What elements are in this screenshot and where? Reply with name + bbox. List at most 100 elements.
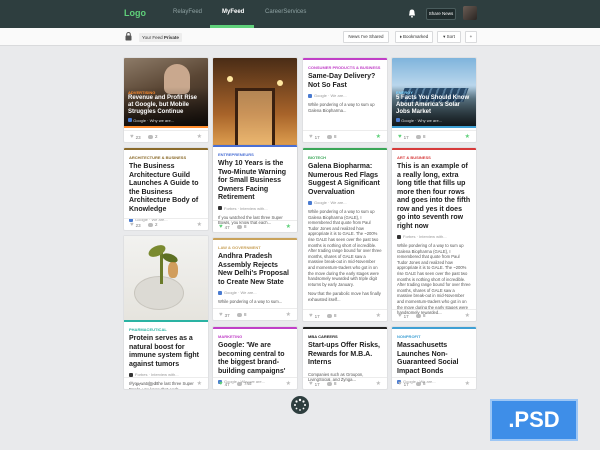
heart-icon[interactable]: ♥ <box>309 134 313 140</box>
star-icon[interactable]: ★ <box>197 133 202 140</box>
tab-myfeed[interactable]: MyFeed <box>222 9 244 15</box>
share-news-button[interactable]: Share News <box>426 8 456 20</box>
card-title[interactable]: Why 10 Years is the Two-Minute Warning f… <box>213 157 297 203</box>
card-title[interactable]: Start-ups Offer Risks, Rewards for M.B.A… <box>303 339 387 368</box>
card-image: Advertising Revenue and Profit Rise at G… <box>124 58 208 126</box>
heart-icon[interactable]: ♥ <box>219 381 223 387</box>
card-category: Consumer Products & Business <box>308 65 381 70</box>
star-icon[interactable]: ★ <box>376 312 381 319</box>
comment-icon[interactable] <box>148 134 153 139</box>
card-image: Energy 5 Facts You Should Know About Ame… <box>392 58 476 126</box>
star-icon[interactable]: ★ <box>286 380 291 387</box>
star-icon[interactable]: ★ <box>465 380 470 387</box>
comment-count: 2 <box>155 222 158 227</box>
news-card[interactable]: Entrepreneurs Why 10 Years is the Two-Mi… <box>213 145 297 232</box>
news-card[interactable]: Architecture & Business The Business Arc… <box>124 148 208 230</box>
source-icon <box>218 206 222 210</box>
comment-icon[interactable] <box>237 224 242 229</box>
card-footer: ♥ 17 8 ★ <box>303 130 387 142</box>
comment-icon[interactable] <box>416 313 421 318</box>
card-title[interactable]: Massachusetts Launches Non-Guaranteed So… <box>392 339 476 376</box>
heart-icon[interactable]: ♥ <box>398 134 402 140</box>
comment-icon[interactable] <box>416 134 421 139</box>
star-icon[interactable]: ★ <box>197 380 202 387</box>
source-icon <box>129 372 133 377</box>
card-title[interactable]: Same-Day Delivery? Not So Fast <box>303 70 387 90</box>
like-count: 47 <box>224 381 230 387</box>
comment-icon[interactable] <box>416 381 421 386</box>
news-card[interactable]: Art & Business This is an example of a r… <box>392 148 476 321</box>
card-title[interactable]: 5 Facts You Should Know About America's … <box>396 95 472 116</box>
avatar[interactable] <box>463 6 477 20</box>
source-icon <box>218 290 222 295</box>
star-icon[interactable]: ★ <box>465 312 470 319</box>
card-category: Art & Business <box>397 155 431 160</box>
heart-icon[interactable]: ♥ <box>309 313 313 319</box>
card-excerpt: While pondering of a way to sum up Galen… <box>397 243 471 316</box>
comment-count: 8 <box>244 312 247 317</box>
star-icon[interactable]: ★ <box>286 223 291 230</box>
logo[interactable]: Logo <box>124 8 146 18</box>
tab-relayfeed[interactable]: RelayFeed <box>173 9 202 15</box>
star-icon[interactable]: ★ <box>376 380 381 387</box>
news-card[interactable]: MBA Careers Start-ups Offer Risks, Rewar… <box>303 327 387 389</box>
sort-label: Sort <box>446 34 455 39</box>
card-source: Google · We are... <box>303 90 387 98</box>
heart-icon[interactable]: ♥ <box>398 381 402 387</box>
star-icon[interactable]: ★ <box>197 221 202 228</box>
heart-icon[interactable]: ♥ <box>398 313 402 319</box>
card-title[interactable]: This is an example of a really long, ext… <box>392 160 476 231</box>
comment-icon[interactable] <box>148 381 153 386</box>
heart-icon[interactable]: ♥ <box>130 134 134 140</box>
card-title[interactable]: Google: 'We are becoming central to the … <box>213 339 297 376</box>
heart-icon[interactable]: ♥ <box>309 381 313 387</box>
card-footer: ♥ 17 8 ★ <box>124 377 208 389</box>
comment-count: 8 <box>334 134 337 139</box>
card-excerpt: While pondering of a way to sum up Galen… <box>308 209 382 287</box>
card-overlay: Energy 5 Facts You Should Know About Ame… <box>392 87 476 126</box>
card-title[interactable]: The Business Architecture Guild Launches… <box>124 160 208 214</box>
sort-button[interactable]: ▾ Sort <box>437 31 461 43</box>
tab-careerservices[interactable]: CareerServices <box>265 9 306 15</box>
card-footer: ♥ 23 2 ★ <box>124 218 208 230</box>
card-title[interactable]: Revenue and Profit Rise at Google, but M… <box>128 95 204 116</box>
category-color-bar <box>392 126 476 128</box>
comment-icon[interactable] <box>148 222 153 227</box>
comment-icon[interactable] <box>327 313 332 318</box>
card-footer: ♥ 17 8 ★ <box>392 377 476 389</box>
lock-icon <box>125 32 132 41</box>
comment-icon[interactable] <box>237 381 242 386</box>
news-card[interactable]: Biotech Galena Biopharma: Numerous Red F… <box>303 148 387 321</box>
star-icon[interactable]: ★ <box>376 133 381 140</box>
heart-icon[interactable]: ♥ <box>130 381 134 387</box>
star-icon[interactable]: ★ <box>286 311 291 318</box>
add-button[interactable]: + <box>465 31 477 43</box>
heart-icon[interactable]: ♥ <box>130 222 134 228</box>
category-color-bar <box>124 126 208 128</box>
comment-icon[interactable] <box>327 134 332 139</box>
news-card[interactable]: Pharmaceutical Protein serves as a natur… <box>124 236 208 389</box>
heart-icon[interactable]: ♥ <box>219 224 223 230</box>
comment-icon[interactable] <box>237 312 242 317</box>
card-source: Forbes · Interview with... <box>213 203 297 211</box>
card-title[interactable]: Galena Biopharma: Numerous Red Flags Sug… <box>303 160 387 197</box>
bookmarked-button[interactable]: ⬧ Bookmarked <box>395 31 433 43</box>
bell-icon[interactable] <box>408 9 416 18</box>
like-count: 37 <box>224 312 230 318</box>
card-title[interactable]: Andhra Pradesh Assembly Rejects New Delh… <box>213 250 297 287</box>
news-card[interactable]: Nonprofit Massachusetts Launches Non-Gua… <box>392 327 476 389</box>
news-card[interactable]: Energy 5 Facts You Should Know About Ame… <box>392 58 476 142</box>
news-card[interactable]: Law & Government Andhra Pradesh Assembly… <box>213 238 297 320</box>
card-title[interactable]: Protein serves as a natural boost for im… <box>124 332 208 369</box>
news-card[interactable]: Advertising Revenue and Profit Rise at G… <box>124 58 208 142</box>
news-card[interactable]: Consumer Products & Business Same-Day De… <box>303 58 387 142</box>
star-icon[interactable]: ★ <box>465 133 470 140</box>
load-more-spinner-icon[interactable] <box>291 396 309 414</box>
news-shared-button[interactable]: News I've Shared <box>343 31 389 43</box>
news-card[interactable]: Marketing Google: 'We are becoming centr… <box>213 327 297 389</box>
card-category: Pharmaceutical <box>129 327 167 332</box>
heart-icon[interactable]: ♥ <box>219 312 223 318</box>
comment-icon[interactable] <box>327 381 332 386</box>
comment-count: 745 <box>244 381 252 386</box>
card-footer: ♥ 17 8 ★ <box>303 309 387 321</box>
